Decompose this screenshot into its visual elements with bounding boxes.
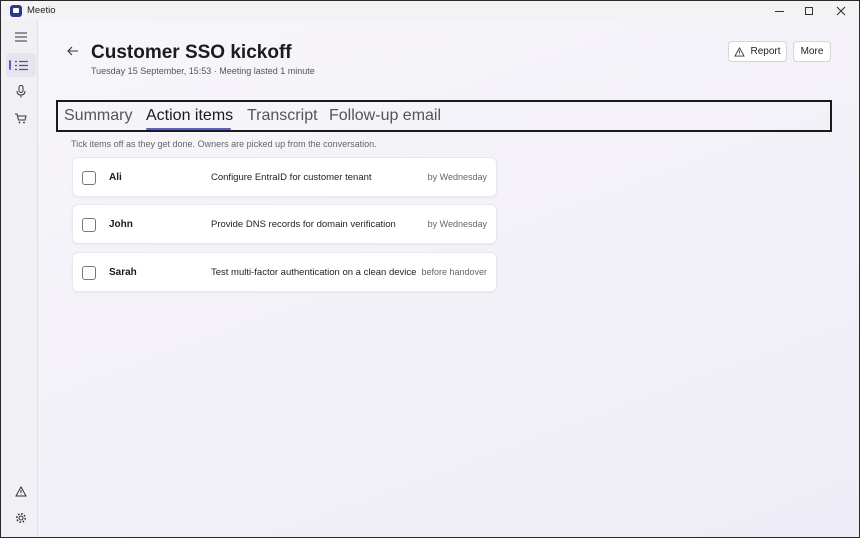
more-button[interactable]: More <box>793 41 831 62</box>
maximize-icon[interactable] <box>793 1 825 21</box>
title-bar: Meetio <box>1 1 859 21</box>
warning-icon <box>734 46 746 57</box>
action-item-owner: Ali <box>109 172 122 183</box>
list-icon[interactable] <box>6 53 36 77</box>
action-item-task: Provide DNS records for domain verificat… <box>211 219 396 230</box>
more-label: More <box>800 46 824 57</box>
action-item: Ali Configure EntraID for customer tenan… <box>72 157 497 197</box>
app-title: Meetio <box>27 5 56 16</box>
action-item-task: Configure EntraID for customer tenant <box>211 172 372 183</box>
hamburger-icon[interactable] <box>6 25 36 49</box>
close-icon[interactable] <box>825 1 857 21</box>
microphone-icon[interactable] <box>6 79 36 103</box>
action-item-owner: John <box>109 219 133 230</box>
cart-icon[interactable] <box>6 106 36 130</box>
warning-icon[interactable] <box>6 479 36 503</box>
tab-action-items[interactable]: Action items <box>146 107 233 125</box>
active-tab-indicator <box>146 128 231 130</box>
app-logo-icon <box>10 5 22 17</box>
tab-follow-up-email[interactable]: Follow-up email <box>329 107 441 125</box>
app-window: Meetio Customer SSO kickoff Tuesday 15 S… <box>0 0 860 538</box>
action-item-due: before handover <box>421 267 487 277</box>
tab-transcript[interactable]: Transcript <box>247 107 318 125</box>
main-content: Customer SSO kickoff Tuesday 15 Septembe… <box>39 21 859 537</box>
report-label: Report <box>750 46 781 57</box>
gear-icon[interactable] <box>6 506 36 530</box>
report-button[interactable]: Report <box>728 41 787 62</box>
sidebar <box>1 21 38 537</box>
minimize-icon[interactable] <box>763 1 795 21</box>
action-item-checkbox[interactable] <box>82 171 96 185</box>
action-item: John Provide DNS records for domain veri… <box>72 204 497 244</box>
back-arrow-icon[interactable] <box>65 43 81 59</box>
meeting-info: Tuesday 15 September, 15:53 · Meeting la… <box>91 66 315 76</box>
action-item: Sarah Test multi-factor authentication o… <box>72 252 497 292</box>
tab-bar: Summary Action items Transcript Follow-u… <box>56 100 832 132</box>
action-item-owner: Sarah <box>109 267 137 278</box>
action-item-task: Test multi-factor authentication on a cl… <box>211 267 417 278</box>
tab-summary[interactable]: Summary <box>64 107 132 125</box>
action-item-checkbox[interactable] <box>82 218 96 232</box>
action-item-due: by Wednesday <box>427 172 487 182</box>
hint-text: Tick items off as they get done. Owners … <box>71 139 377 149</box>
action-item-checkbox[interactable] <box>82 266 96 280</box>
page-title: Customer SSO kickoff <box>91 42 292 63</box>
action-item-due: by Wednesday <box>427 219 487 229</box>
